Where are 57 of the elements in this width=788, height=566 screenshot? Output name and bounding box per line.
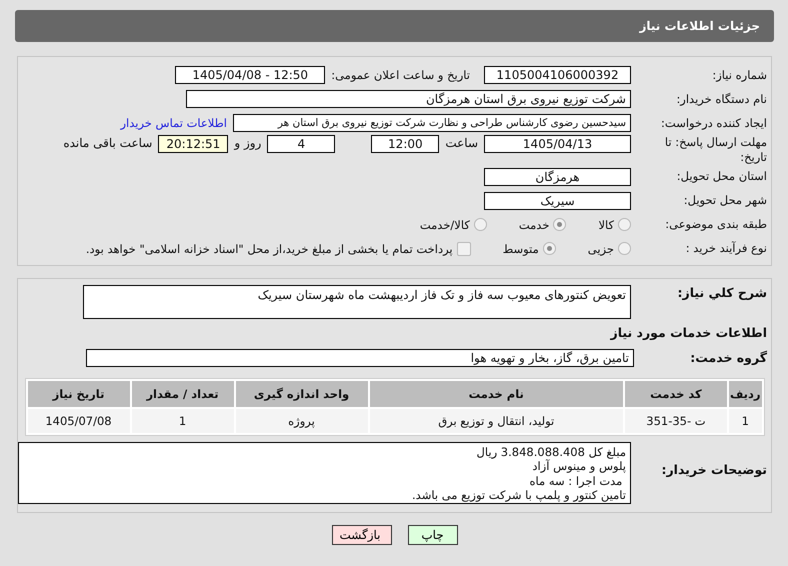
column-header: نام خدمت	[370, 380, 623, 407]
table-cell: 1	[728, 408, 762, 433]
field-label: تاریخ و ساعت اعلان عمومی:	[331, 68, 470, 82]
field-label: مهلت ارسال پاسخ: تا تاریخ:	[664, 135, 768, 165]
field-label: طبقه بندی موضوعی:	[664, 217, 768, 232]
province-field: هرمزگان	[484, 168, 631, 186]
time-label: ساعت	[445, 136, 478, 150]
field-label: نام دستگاه خریدار:	[675, 92, 768, 106]
radio-button[interactable]	[618, 218, 631, 232]
deadline-date-field: 1405/04/13	[484, 135, 631, 153]
column-header: ردیف	[728, 380, 762, 407]
section-heading: اطلاعات خدمات مورد نياز	[609, 324, 768, 342]
table-cell: 1405/07/08	[28, 408, 130, 433]
field-label: گروه خدمت:	[689, 350, 768, 366]
print-button[interactable]: چاپ	[408, 524, 458, 545]
field-label: ایجاد کننده درخواست:	[660, 116, 768, 130]
remaining-time-field: 20:12:51	[158, 135, 228, 153]
table-cell: ت -35-351	[624, 408, 727, 433]
field-label: استان محل تحویل:	[676, 169, 768, 184]
notes-field: مبلغ کل 3.848.088.408 ریال پلوس و مینوس آزاد مدت اجرا : سه ماه تامین کنتور و پلمپ با شرکت توزیع می باشد.	[18, 442, 631, 504]
table-cell: پروژه	[236, 408, 368, 433]
days-label: روز و	[234, 136, 262, 150]
announce-date-field: 1405/04/08 - 12:50	[175, 66, 326, 84]
field-label: شهر محل تحویل:	[682, 193, 768, 208]
table-cell: 1	[132, 408, 234, 433]
column-header: کد خدمت	[624, 380, 727, 407]
buyer-org-field: شرکت توزیع نیروی برق استان هرمزگان	[186, 90, 631, 108]
radio-label: جزیی	[588, 242, 614, 256]
radio-label: خدمت	[518, 218, 550, 232]
column-header: واحد اندازه گیری	[236, 380, 368, 407]
buyer-contact-link[interactable]: اطلاعات تماس خریدار	[120, 116, 227, 130]
radio-button[interactable]	[618, 242, 631, 256]
field-label: شرح كلي نياز:	[676, 284, 768, 302]
radio-button[interactable]	[474, 218, 487, 232]
remaining-label: ساعت باقی مانده	[63, 136, 152, 150]
radio-label: متوسط	[502, 242, 539, 256]
radio-label: کالا/خدمت	[420, 218, 470, 232]
checkbox-label: پرداخت تمام یا بخشی از مبلغ خرید،از محل "اسناد خزانه اسلامی" خواهد بود.	[86, 242, 453, 256]
service-group-field: تامین برق، گاز، بخار و تهویه هوا	[86, 348, 634, 367]
radio-button[interactable]	[553, 218, 566, 232]
days-field: 4	[267, 135, 336, 153]
checkbox[interactable]	[456, 242, 471, 256]
back-button[interactable]: بازگشت	[332, 524, 392, 545]
field-label: توضیحات خریدار:	[660, 460, 768, 478]
city-field: سیریک	[484, 192, 631, 210]
deadline-time-field: 12:00	[371, 135, 440, 153]
page-title: جزئیات اطلاعات نیاز	[639, 19, 760, 33]
column-header: تعداد / مقدار	[132, 380, 234, 407]
requester-field: سیدحسین رضوی کارشناس طراحی و نظارت شرکت توزیع نیروی برق استان هر	[233, 114, 631, 132]
need-number-field: 1105004106000392	[484, 66, 631, 84]
description-field: تعویض کنتورهای معیوب سه فاز و تک فاز اردیبهشت ماه شهرستان سیریک	[83, 284, 631, 319]
field-label: نوع فرآیند خرید :	[684, 241, 768, 256]
field-label: شماره نیاز:	[711, 68, 768, 82]
table-cell: تولید، انتقال و توزیع برق	[370, 408, 623, 433]
column-header: تاریخ نیاز	[28, 380, 130, 407]
radio-label: کالا	[598, 218, 614, 232]
radio-button[interactable]	[542, 242, 556, 256]
